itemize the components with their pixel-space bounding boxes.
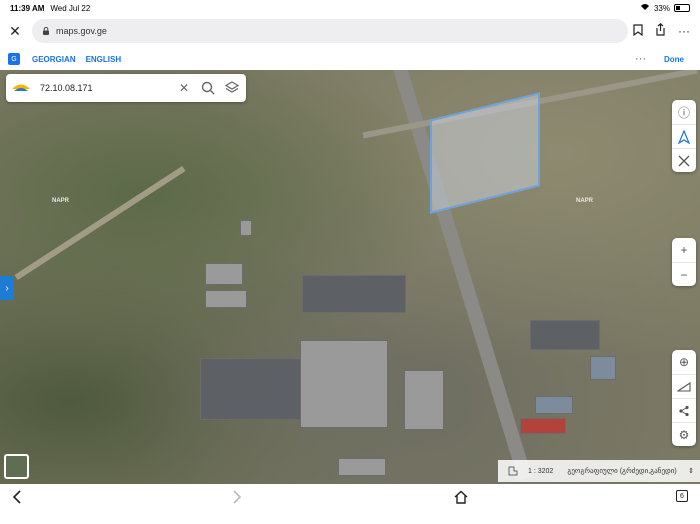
scale-bar: 1 : 3202 გეოგრაფიული (გრძედი,განედი) ⇕ — [498, 460, 700, 482]
map-actions: ⊕ ⚙ — [672, 350, 696, 446]
locate-icon[interactable]: ⊕ — [672, 350, 696, 374]
building — [240, 220, 252, 236]
search-box: 72.10.08.171 ✕ — [6, 74, 246, 102]
translate-bar: G GEORGIAN ENGLISH ··· Done — [0, 48, 700, 70]
browser-bottom-bar: 6 — [0, 484, 700, 524]
map-label-left: NAPR — [52, 198, 70, 204]
measure-icon[interactable] — [672, 148, 696, 172]
address-field[interactable]: maps.gov.ge — [32, 19, 628, 43]
url-bar: ✕ maps.gov.ge ··· — [0, 16, 700, 46]
zoom-controls: + − — [672, 238, 696, 286]
bookmark-icon[interactable] — [633, 23, 643, 39]
building — [302, 275, 406, 313]
clear-icon[interactable]: ✕ — [174, 78, 194, 98]
building — [404, 370, 444, 430]
lock-icon — [43, 27, 49, 35]
map-tools: ⓘ — [672, 100, 696, 172]
chevron-updown-icon[interactable]: ⇕ — [688, 467, 694, 475]
building — [205, 263, 243, 285]
lang-english[interactable]: ENGLISH — [86, 55, 122, 64]
building — [205, 290, 247, 308]
layers-icon[interactable] — [222, 78, 242, 98]
selected-parcel[interactable] — [430, 92, 540, 214]
battery-icon — [674, 4, 690, 12]
map-share-icon[interactable] — [672, 398, 696, 422]
road-left — [14, 166, 186, 280]
done-button[interactable]: Done — [664, 55, 684, 64]
building — [520, 418, 566, 434]
draw-icon[interactable] — [672, 374, 696, 398]
search-icon[interactable] — [198, 78, 218, 98]
url-text: maps.gov.ge — [56, 26, 107, 36]
map-canvas[interactable]: NAPR NAPR — [0, 70, 700, 484]
translate-icon[interactable]: G — [8, 53, 20, 65]
translate-more-icon[interactable]: ··· — [635, 53, 646, 65]
zoom-out-icon[interactable]: − — [672, 262, 696, 286]
scale-value: 1 : 3202 — [528, 467, 554, 475]
close-icon[interactable]: ✕ — [4, 20, 26, 42]
status-time: 11:39 AM — [10, 3, 45, 13]
home-icon[interactable] — [454, 490, 468, 507]
status-date: Wed Jul 22 — [50, 3, 91, 13]
building — [590, 356, 616, 380]
map-label-right: NAPR — [576, 198, 594, 204]
coordinate-system-select[interactable]: გეოგრაფიული (გრძედი,განედი) — [567, 467, 688, 475]
building — [300, 340, 388, 428]
settings-icon[interactable]: ⚙ — [672, 422, 696, 446]
basemap-thumbnail[interactable] — [4, 454, 29, 479]
tabs-count[interactable]: 6 — [676, 490, 688, 502]
forward-icon[interactable] — [232, 490, 242, 507]
ruler-icon — [508, 466, 518, 476]
building — [535, 396, 573, 414]
compass-icon[interactable] — [672, 124, 696, 148]
battery-percent: 33% — [653, 3, 670, 13]
back-icon[interactable] — [12, 490, 22, 507]
wifi-icon — [640, 3, 650, 13]
side-panel-toggle[interactable]: › — [0, 276, 14, 300]
status-bar: 11:39 AM Wed Jul 22 33% — [0, 0, 700, 16]
building — [200, 358, 310, 420]
info-icon[interactable]: ⓘ — [672, 100, 696, 124]
more-icon[interactable]: ··· — [678, 24, 690, 38]
share-icon[interactable] — [655, 23, 666, 39]
building — [530, 320, 600, 350]
lang-georgian[interactable]: GEORGIAN — [32, 55, 76, 64]
zoom-in-icon[interactable]: + — [672, 238, 696, 262]
building — [338, 458, 386, 476]
napr-logo-icon — [12, 84, 30, 91]
search-input[interactable]: 72.10.08.171 — [40, 83, 174, 93]
